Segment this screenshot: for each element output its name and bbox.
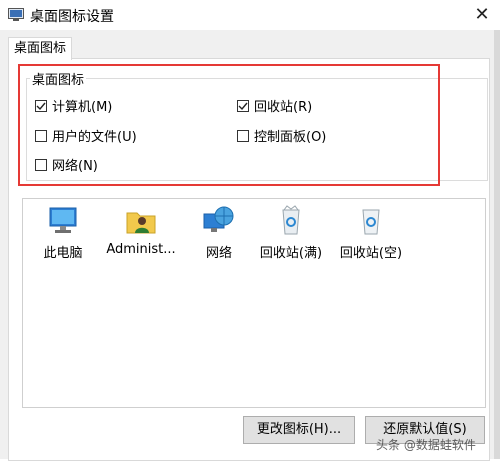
checkbox-box[interactable] — [35, 99, 47, 112]
computer-icon — [49, 207, 77, 233]
watermark: 头条 @数据蛙软件 — [376, 438, 476, 452]
icon-item-user-files[interactable]: Administ... — [104, 204, 178, 257]
change-icon-button[interactable]: 更改图标(H)... — [243, 416, 355, 444]
checkbox-recycle-bin[interactable]: 回收站(R) — [237, 96, 312, 115]
icon-label: 此电脑 — [43, 246, 83, 261]
checkbox-box[interactable] — [237, 129, 249, 142]
icon-item-network[interactable]: 网络 — [182, 204, 256, 261]
window-title: 桌面图标设置 — [30, 9, 114, 25]
icon-label: 回收站(满) — [259, 246, 323, 261]
close-icon: ✕ — [474, 4, 490, 25]
network-icon — [203, 206, 234, 232]
checkbox-label: 控制面板(O) — [254, 130, 327, 145]
checkmark-icon — [238, 102, 248, 110]
icon-label: Administ... — [106, 242, 176, 257]
checkbox-label: 计算机(M) — [52, 100, 113, 115]
recycle-bin-full-icon — [282, 205, 300, 235]
scrollbar[interactable] — [494, 30, 500, 459]
checkbox-computer[interactable]: 计算机(M) — [35, 96, 112, 115]
close-button[interactable]: ✕ — [470, 4, 494, 26]
checkbox-control-panel[interactable]: 控制面板(O) — [237, 126, 326, 145]
checkbox-label: 网络(N) — [52, 159, 98, 174]
desktop-settings-icon — [8, 8, 24, 21]
checkbox-label: 用户的文件(U) — [52, 130, 137, 145]
checkbox-user-files[interactable]: 用户的文件(U) — [35, 126, 137, 145]
icon-label: 网络 — [205, 246, 232, 261]
checkbox-network[interactable]: 网络(N) — [35, 155, 98, 174]
icon-item-recycle-bin-empty[interactable]: 回收站(空) — [334, 204, 408, 261]
checkmark-icon — [36, 102, 46, 110]
tab-desktop-icons[interactable]: 桌面图标 — [8, 37, 72, 60]
icon-item-this-pc[interactable]: 此电脑 — [26, 204, 100, 261]
checkbox-box[interactable] — [237, 99, 249, 112]
icon-label: 回收站(空) — [339, 246, 403, 261]
recycle-bin-empty-icon — [362, 209, 380, 235]
icon-item-recycle-bin-full[interactable]: 回收站(满) — [254, 204, 328, 261]
checkbox-label: 回收站(R) — [254, 100, 313, 115]
checkbox-box[interactable] — [35, 129, 47, 142]
user-folder-icon — [126, 212, 156, 234]
checkbox-box[interactable] — [35, 158, 47, 171]
